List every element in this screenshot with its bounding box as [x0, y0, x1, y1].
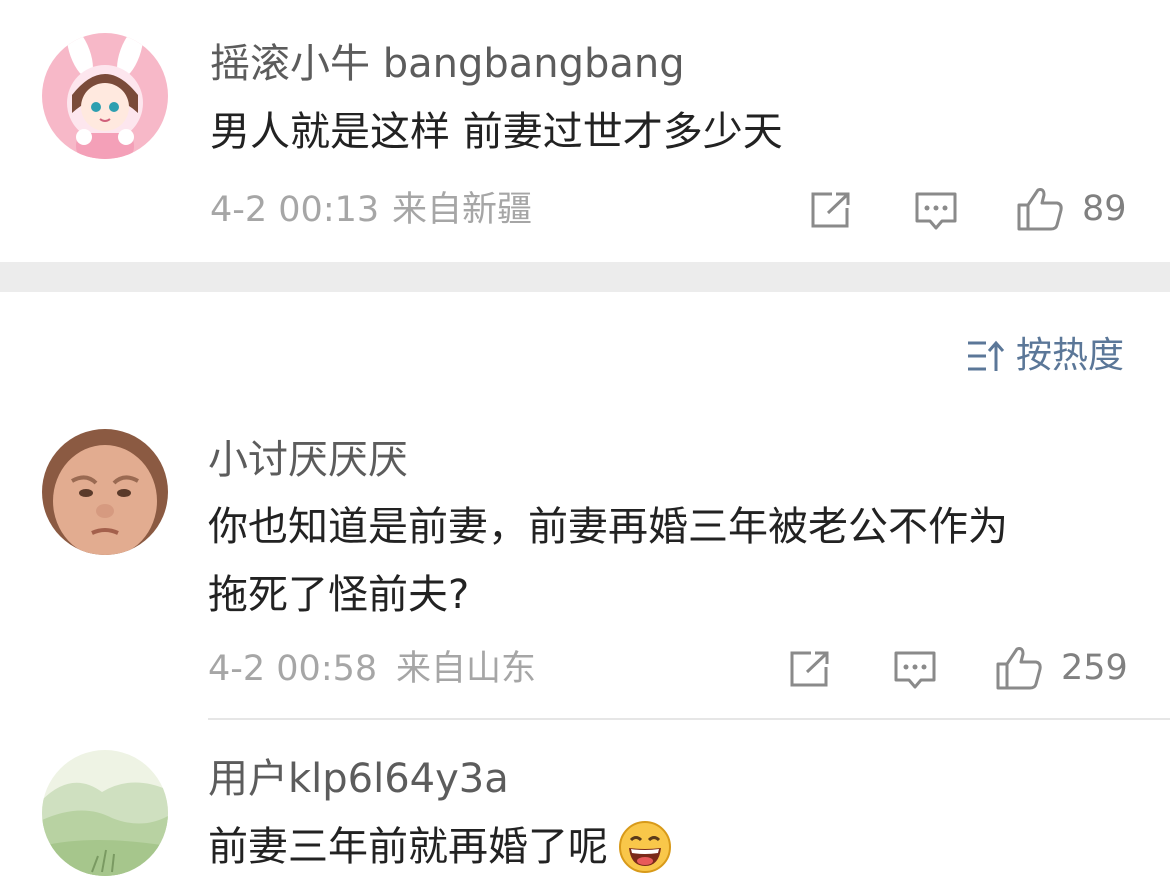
sort-icon	[968, 340, 1005, 371]
reply-button[interactable]	[893, 650, 937, 690]
like-count: 89	[1082, 188, 1127, 229]
like-count: 259	[1061, 647, 1128, 688]
sort-by-hot-button[interactable]: 按热度	[966, 336, 1124, 376]
reply-button[interactable]	[914, 191, 958, 231]
avatar-landscape-painting	[42, 750, 168, 876]
comment-timestamp: 4-2 00:58	[208, 649, 378, 689]
share-icon	[811, 192, 850, 228]
comment-username[interactable]: 用户klp6l64y3a	[208, 759, 509, 799]
section-divider	[0, 262, 1170, 292]
comment-icon	[894, 651, 936, 689]
avatar-anime-girl-image	[42, 33, 168, 159]
comment-location: 来自山东	[396, 649, 537, 689]
comment-timestamp: 4-2 00:13	[210, 190, 380, 230]
comment-username[interactable]: 小讨厌厌厌	[208, 440, 408, 480]
share-icon	[790, 651, 829, 687]
sort-label: 按热度	[1016, 335, 1125, 376]
comment-username[interactable]: 摇滚小牛 bangbangbang	[210, 44, 685, 84]
comment-text-line-1: 你也知道是前妻，前妻再婚三年被老公不作为	[208, 504, 1008, 550]
avatar[interactable]	[42, 33, 168, 159]
like-button[interactable]: 89	[1016, 186, 1127, 232]
share-button[interactable]	[789, 650, 831, 688]
comment-location: 来自新疆	[392, 190, 533, 230]
comment-text: 男人就是这样 前妻过世才多少天	[210, 109, 783, 155]
comment-separator	[208, 718, 1170, 720]
comment-icon	[915, 192, 957, 230]
comment-text-line-2: 拖死了怪前夫?	[208, 572, 470, 618]
avatar[interactable]	[42, 750, 168, 876]
laughing-emoji-icon	[619, 821, 671, 873]
like-button[interactable]: 259	[995, 645, 1128, 691]
thumbs-up-icon	[996, 647, 1042, 690]
comment-text-row: 前妻三年前就再婚了呢	[208, 820, 672, 874]
avatar[interactable]	[42, 429, 168, 555]
share-button[interactable]	[810, 191, 852, 229]
comment-text: 前妻三年前就再婚了呢	[208, 824, 608, 870]
avatar-baby-photo	[42, 429, 168, 555]
thumbs-up-icon	[1017, 188, 1063, 231]
